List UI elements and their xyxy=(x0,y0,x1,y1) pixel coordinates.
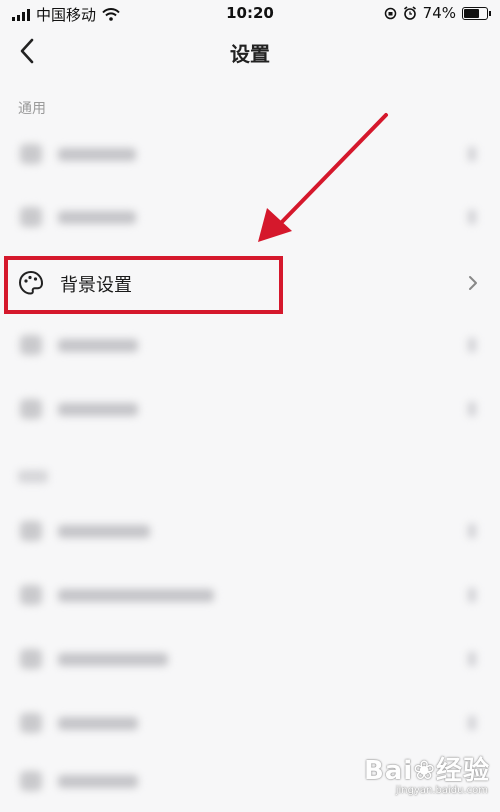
blurred-row-text xyxy=(58,339,138,352)
background-settings-row[interactable]: 背景设置 xyxy=(0,252,500,314)
background-settings-label: 背景设置 xyxy=(60,275,132,296)
blurred-row-icon xyxy=(20,771,42,791)
blurred-settings-row[interactable] xyxy=(0,378,500,440)
nav-bar: 设置 xyxy=(0,28,500,74)
battery-fill xyxy=(464,8,479,18)
blurred-settings-row[interactable] xyxy=(0,314,500,376)
blurred-row-chevron xyxy=(468,338,476,352)
blurred-row-icon xyxy=(20,144,42,164)
battery-percent: 74% xyxy=(422,4,456,22)
alarm-icon xyxy=(403,6,416,20)
blurred-row-text xyxy=(58,525,150,538)
watermark-logo-text: Bai❀经验 xyxy=(363,756,490,786)
orientation-lock-icon xyxy=(384,7,396,19)
palette-icon xyxy=(19,271,43,295)
chevron-left-icon xyxy=(20,38,34,64)
baidu-jingyan-watermark: Bai❀经验 jingyan.baidu.com xyxy=(360,746,490,796)
blurred-row-icon xyxy=(20,399,42,419)
blurred-settings-row[interactable] xyxy=(0,186,500,248)
blurred-row-chevron xyxy=(468,402,476,416)
blurred-row-chevron xyxy=(468,588,476,602)
blurred-row-chevron xyxy=(468,652,476,666)
battery-icon xyxy=(462,6,491,20)
blurred-row-icon xyxy=(20,207,42,227)
blurred-settings-row[interactable] xyxy=(0,692,500,754)
blurred-row-text xyxy=(58,775,138,788)
blurred-row-chevron xyxy=(468,524,476,538)
chevron-right-icon xyxy=(469,276,477,290)
blurred-row-text xyxy=(58,211,136,224)
page-title: 设置 xyxy=(230,42,270,66)
blurred-settings-row[interactable] xyxy=(0,628,500,690)
blurred-row-icon xyxy=(20,649,42,669)
blurred-row-chevron xyxy=(468,716,476,730)
blurred-settings-row[interactable] xyxy=(0,564,500,626)
blurred-row-text xyxy=(58,403,138,416)
watermark-url: jingyan.baidu.com xyxy=(395,785,488,796)
section-title-blurred xyxy=(18,470,48,483)
blurred-row-text xyxy=(58,653,168,666)
blurred-row-text xyxy=(58,589,214,602)
back-button[interactable] xyxy=(10,36,44,66)
status-bar: 中国移动 10:20 74% xyxy=(0,0,500,28)
blurred-row-icon xyxy=(20,585,42,605)
blurred-row-icon xyxy=(20,713,42,733)
blurred-row-icon xyxy=(20,521,42,541)
blurred-row-icon xyxy=(20,335,42,355)
blurred-row-chevron xyxy=(468,147,476,161)
blurred-settings-row[interactable] xyxy=(0,123,500,185)
section-title-general: 通用 xyxy=(18,101,46,117)
blurred-row-text xyxy=(58,148,136,161)
blurred-row-text xyxy=(58,717,138,730)
blurred-row-chevron xyxy=(468,210,476,224)
status-right: 74% xyxy=(384,4,491,22)
blurred-settings-row[interactable] xyxy=(0,500,500,562)
